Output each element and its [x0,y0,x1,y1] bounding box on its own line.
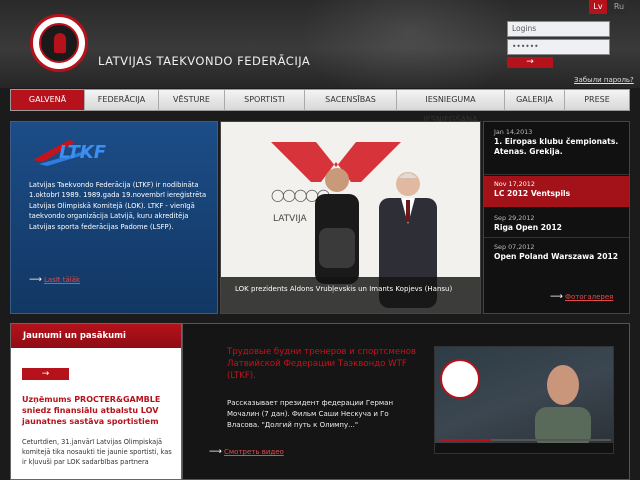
watch-video-label: Смотреть видео [224,448,284,456]
watch-video-link[interactable]: ⟶ Смотреть видео [209,447,284,457]
nav-item-galvena[interactable]: GALVENĀ [11,90,85,110]
events-list: Jan 14,2013 1. Eiropas klubu čempionats.… [483,121,630,314]
ltkf-logo: LTKF [33,140,107,166]
photo-gallery-link[interactable]: ⟶ Фотогалерея [550,292,613,302]
news-title-link[interactable]: Uzņēmums PROCTER&GAMBLE sniedz finansiāl… [22,394,172,427]
main-navigation: GALVENĀ FEDERĀCIJA VĒSTURE SPORTISTI SAC… [10,89,630,124]
event-name: Open Poland Warszawa 2012 [494,252,619,261]
about-read-more-label: Lasīt tālāk [44,276,81,284]
nav-item-prese[interactable]: PRESE [565,90,629,110]
header-martial-arts-silhouette [300,0,520,88]
video-progress-bar[interactable] [439,439,611,441]
login-username-input[interactable]: Logins [507,21,610,37]
site-header: LATVIJAS TAEKVONDO FEDERĀCIJA Lv Ru Logi… [0,0,640,88]
photo-gallery-label: Фотогалерея [565,293,614,301]
arrow-right-icon: ⟶ [209,447,222,457]
featured-photo[interactable]: ◯◯◯◯◯ LATVIJA LOK prezidents Aldons Vrub… [220,121,481,314]
login-password-input[interactable]: •••••• [507,39,610,55]
federation-title: LATVIJAS TAEKVONDO FEDERĀCIJA [98,54,311,68]
nav-item-federacija[interactable]: FEDERĀCIJA [85,90,159,110]
ltkf-logo-text: LTKF [59,142,107,163]
forgot-password-link[interactable]: Забыли пароль? [574,76,634,84]
video-panel: Трудовые будни тренеров и спортсменов Ла… [182,323,630,480]
photo-caption: LOK prezidents Aldons Vrubļevskis un Ima… [221,277,480,313]
event-item[interactable]: Sep 29,2012 Riga Open 2012 [484,210,629,237]
photo-backdrop-text: LATVIJA [273,214,307,224]
event-item-active[interactable]: Nov 17,2012 LC 2012 Ventspils [484,176,629,207]
news-body: Ceturtdien, 31.janvārī Latvijas Olimpisk… [22,438,172,466]
event-date: Sep 29,2012 [494,214,535,222]
arrow-right-icon: ⟶ [550,292,563,302]
event-date: Nov 17,2012 [494,180,535,188]
video-progress-fill [439,439,491,441]
video-description: Рассказывает президент федерации Герман … [227,399,394,429]
video-player[interactable] [434,346,614,454]
event-name: 1. Eiropas klubu čempionats. Atenas. Gre… [494,137,619,156]
about-text: Latvijas Taekvondo Federācija (LTKF) ir … [29,181,207,231]
news-next-button[interactable]: → [22,368,69,380]
nav-item-sportisti[interactable]: SPORTISTI [225,90,305,110]
video-controls-bar[interactable] [435,443,613,453]
nav-item-iesniegums[interactable]: IESNIEGUMA IESNIEGŠANA [397,90,505,124]
news-panel: Jaunumi un pasākumi → Uzņēmums PROCTER&G… [10,323,182,480]
nav-item-galerija[interactable]: GALERIJA [505,90,565,110]
video-person-figure [535,365,591,443]
event-date: Sep 07,2012 [494,243,535,251]
event-name: LC 2012 Ventspils [494,189,571,198]
language-ru[interactable]: Ru [610,0,628,14]
nav-item-vesture[interactable]: VĒSTURE [159,90,225,110]
event-date: Jan 14,2013 [494,128,533,136]
language-lv[interactable]: Lv [589,0,607,14]
video-federation-logo-icon [440,359,480,399]
about-panel: LTKF Latvijas Taekvondo Federācija (LTKF… [10,121,218,314]
login-submit-button[interactable]: → [507,57,553,68]
event-name: Riga Open 2012 [494,223,562,232]
logo-emblem-icon [39,23,79,63]
arrow-right-icon: ⟶ [29,275,42,285]
about-read-more-link[interactable]: ⟶ Lasīt tālāk [29,275,80,285]
news-heading: Jaunumi un pasākumi [11,324,181,348]
nav-item-sacensibas[interactable]: SACENSĪBAS [305,90,397,110]
federation-logo[interactable] [30,14,88,72]
divider [484,237,629,238]
event-item[interactable]: Sep 07,2012 Open Poland Warszawa 2012 [484,239,629,266]
divider [484,174,629,175]
event-item[interactable]: Jan 14,2013 1. Eiropas klubu čempionats.… [484,124,629,161]
video-title: Трудовые будни тренеров и спортсменов Ла… [227,347,417,381]
